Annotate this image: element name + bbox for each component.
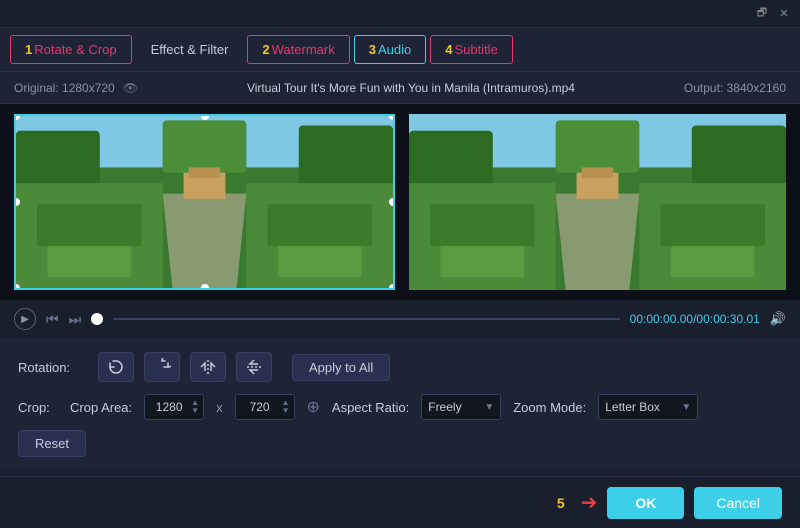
crop-label: Crop: xyxy=(18,400,58,415)
step-back-button[interactable]: ⏮ xyxy=(46,311,59,328)
aspect-ratio-label: Aspect Ratio: xyxy=(332,400,409,415)
crop-handle-mr[interactable] xyxy=(389,198,395,206)
eye-icon[interactable]: 👁 xyxy=(123,81,138,95)
tab-audio[interactable]: 3 Audio xyxy=(354,35,426,64)
step-forward-button[interactable]: ⏭ xyxy=(69,311,82,328)
zoom-mode-label: Zoom Mode: xyxy=(513,400,586,415)
crop-width-input[interactable]: ▲ ▼ xyxy=(144,394,204,420)
zoom-mode-dropdown[interactable]: Letter Box ▼ xyxy=(598,394,698,420)
preview-left xyxy=(14,114,395,290)
crop-width-field[interactable] xyxy=(149,400,189,414)
ok-button[interactable]: OK xyxy=(607,487,684,519)
tab-label-watermark: Watermark xyxy=(272,42,335,57)
crop-height-input[interactable]: ▲ ▼ xyxy=(235,394,295,420)
crop-handle-tr[interactable] xyxy=(389,114,395,120)
rotate-ccw-button[interactable] xyxy=(98,352,134,382)
tab-label-effect-filter: Effect & Filter xyxy=(151,42,229,57)
close-button[interactable]: ✕ xyxy=(776,6,792,22)
crosshair-icon[interactable]: ⊕ xyxy=(307,397,320,417)
rotation-label: Rotation: xyxy=(18,360,88,375)
aspect-ratio-dropdown[interactable]: Freely ▼ xyxy=(421,394,501,420)
filename-display: Virtual Tour It's More Fun with You in M… xyxy=(247,81,575,95)
tab-number-4: 4 xyxy=(445,42,452,57)
crop-handle-bm[interactable] xyxy=(201,284,209,290)
progress-bar[interactable] xyxy=(113,318,619,320)
file-info-bar: Original: 1280x720 👁 Virtual Tour It's M… xyxy=(0,72,800,104)
flip-h-button[interactable] xyxy=(190,352,226,382)
crop-width-down[interactable]: ▼ xyxy=(191,407,199,415)
reset-row: Reset xyxy=(18,430,782,457)
original-info: Original: 1280x720 👁 xyxy=(14,81,138,95)
window-controls: 🗗 ✕ xyxy=(754,6,792,22)
playhead[interactable] xyxy=(91,313,103,325)
aspect-ratio-arrow-icon: ▼ xyxy=(484,402,494,413)
crop-area-label: Crop Area: xyxy=(70,400,132,415)
tab-watermark[interactable]: 2 Watermark xyxy=(247,35,349,64)
tab-effect-filter[interactable]: Effect & Filter xyxy=(136,35,244,64)
rotate-cw-button[interactable] xyxy=(144,352,180,382)
cancel-button[interactable]: Cancel xyxy=(694,487,782,519)
crop-height-down[interactable]: ▼ xyxy=(282,407,290,415)
crop-row: Crop: Crop Area: ▲ ▼ x ▲ ▼ ⊕ Aspect Rati… xyxy=(18,394,782,420)
aspect-ratio-value: Freely xyxy=(428,400,461,414)
tab-number-2: 2 xyxy=(262,42,269,57)
apply-to-all-button[interactable]: Apply to All xyxy=(292,354,390,381)
playback-bar: ▶ ⏮ ⏭ 00:00:00.00/00:00:30.01 🔊 xyxy=(0,300,800,338)
crop-width-spinners: ▲ ▼ xyxy=(191,399,199,415)
tab-number-3: 3 xyxy=(369,42,376,57)
zoom-mode-arrow-icon: ▼ xyxy=(681,402,691,413)
scene-right-svg xyxy=(409,114,786,290)
crop-height-spinners: ▲ ▼ xyxy=(282,399,290,415)
tab-label-subtitle: Subtitle xyxy=(454,42,497,57)
volume-icon[interactable]: 🔊 xyxy=(770,311,786,327)
title-bar: 🗗 ✕ xyxy=(0,0,800,28)
preview-area xyxy=(0,104,800,300)
crop-handle-br[interactable] xyxy=(389,284,395,290)
bottom-bar: 5 ➔ OK Cancel xyxy=(0,476,800,528)
play-button[interactable]: ▶ xyxy=(14,308,36,330)
zoom-mode-value: Letter Box xyxy=(605,400,660,414)
tab-label-audio: Audio xyxy=(378,42,411,57)
tab-number-1: 1 xyxy=(25,42,32,57)
tab-rotate-crop[interactable]: 1 Rotate & Crop xyxy=(10,35,132,64)
original-resolution: Original: 1280x720 xyxy=(14,81,115,95)
restore-button[interactable]: 🗗 xyxy=(754,6,770,22)
arrow-indicator-icon: ➔ xyxy=(581,490,598,515)
flip-v-button[interactable] xyxy=(236,352,272,382)
output-resolution: Output: 3840x2160 xyxy=(684,81,786,95)
reset-button[interactable]: Reset xyxy=(18,430,86,457)
scene-left-svg xyxy=(16,116,393,288)
rotation-row: Rotation: Apply to All xyxy=(18,352,782,382)
crop-x-separator: x xyxy=(216,400,223,415)
tab-bar: 1 Rotate & Crop Effect & Filter 2 Waterm… xyxy=(0,28,800,72)
current-time: 00:00:00.00 xyxy=(630,312,693,326)
tab-subtitle[interactable]: 4 Subtitle xyxy=(430,35,513,64)
settings-area: Rotation: Apply to All Crop: Crop Area: … xyxy=(0,338,800,471)
preview-right xyxy=(409,114,786,290)
total-time: 00:00:30.01 xyxy=(696,312,759,326)
tab-label-rotate-crop: Rotate & Crop xyxy=(34,42,116,57)
time-display: 00:00:00.00/00:00:30.01 xyxy=(630,312,760,326)
step-number-5: 5 xyxy=(557,495,565,511)
crop-height-field[interactable] xyxy=(240,400,280,414)
crop-handle-bl[interactable] xyxy=(14,284,20,290)
